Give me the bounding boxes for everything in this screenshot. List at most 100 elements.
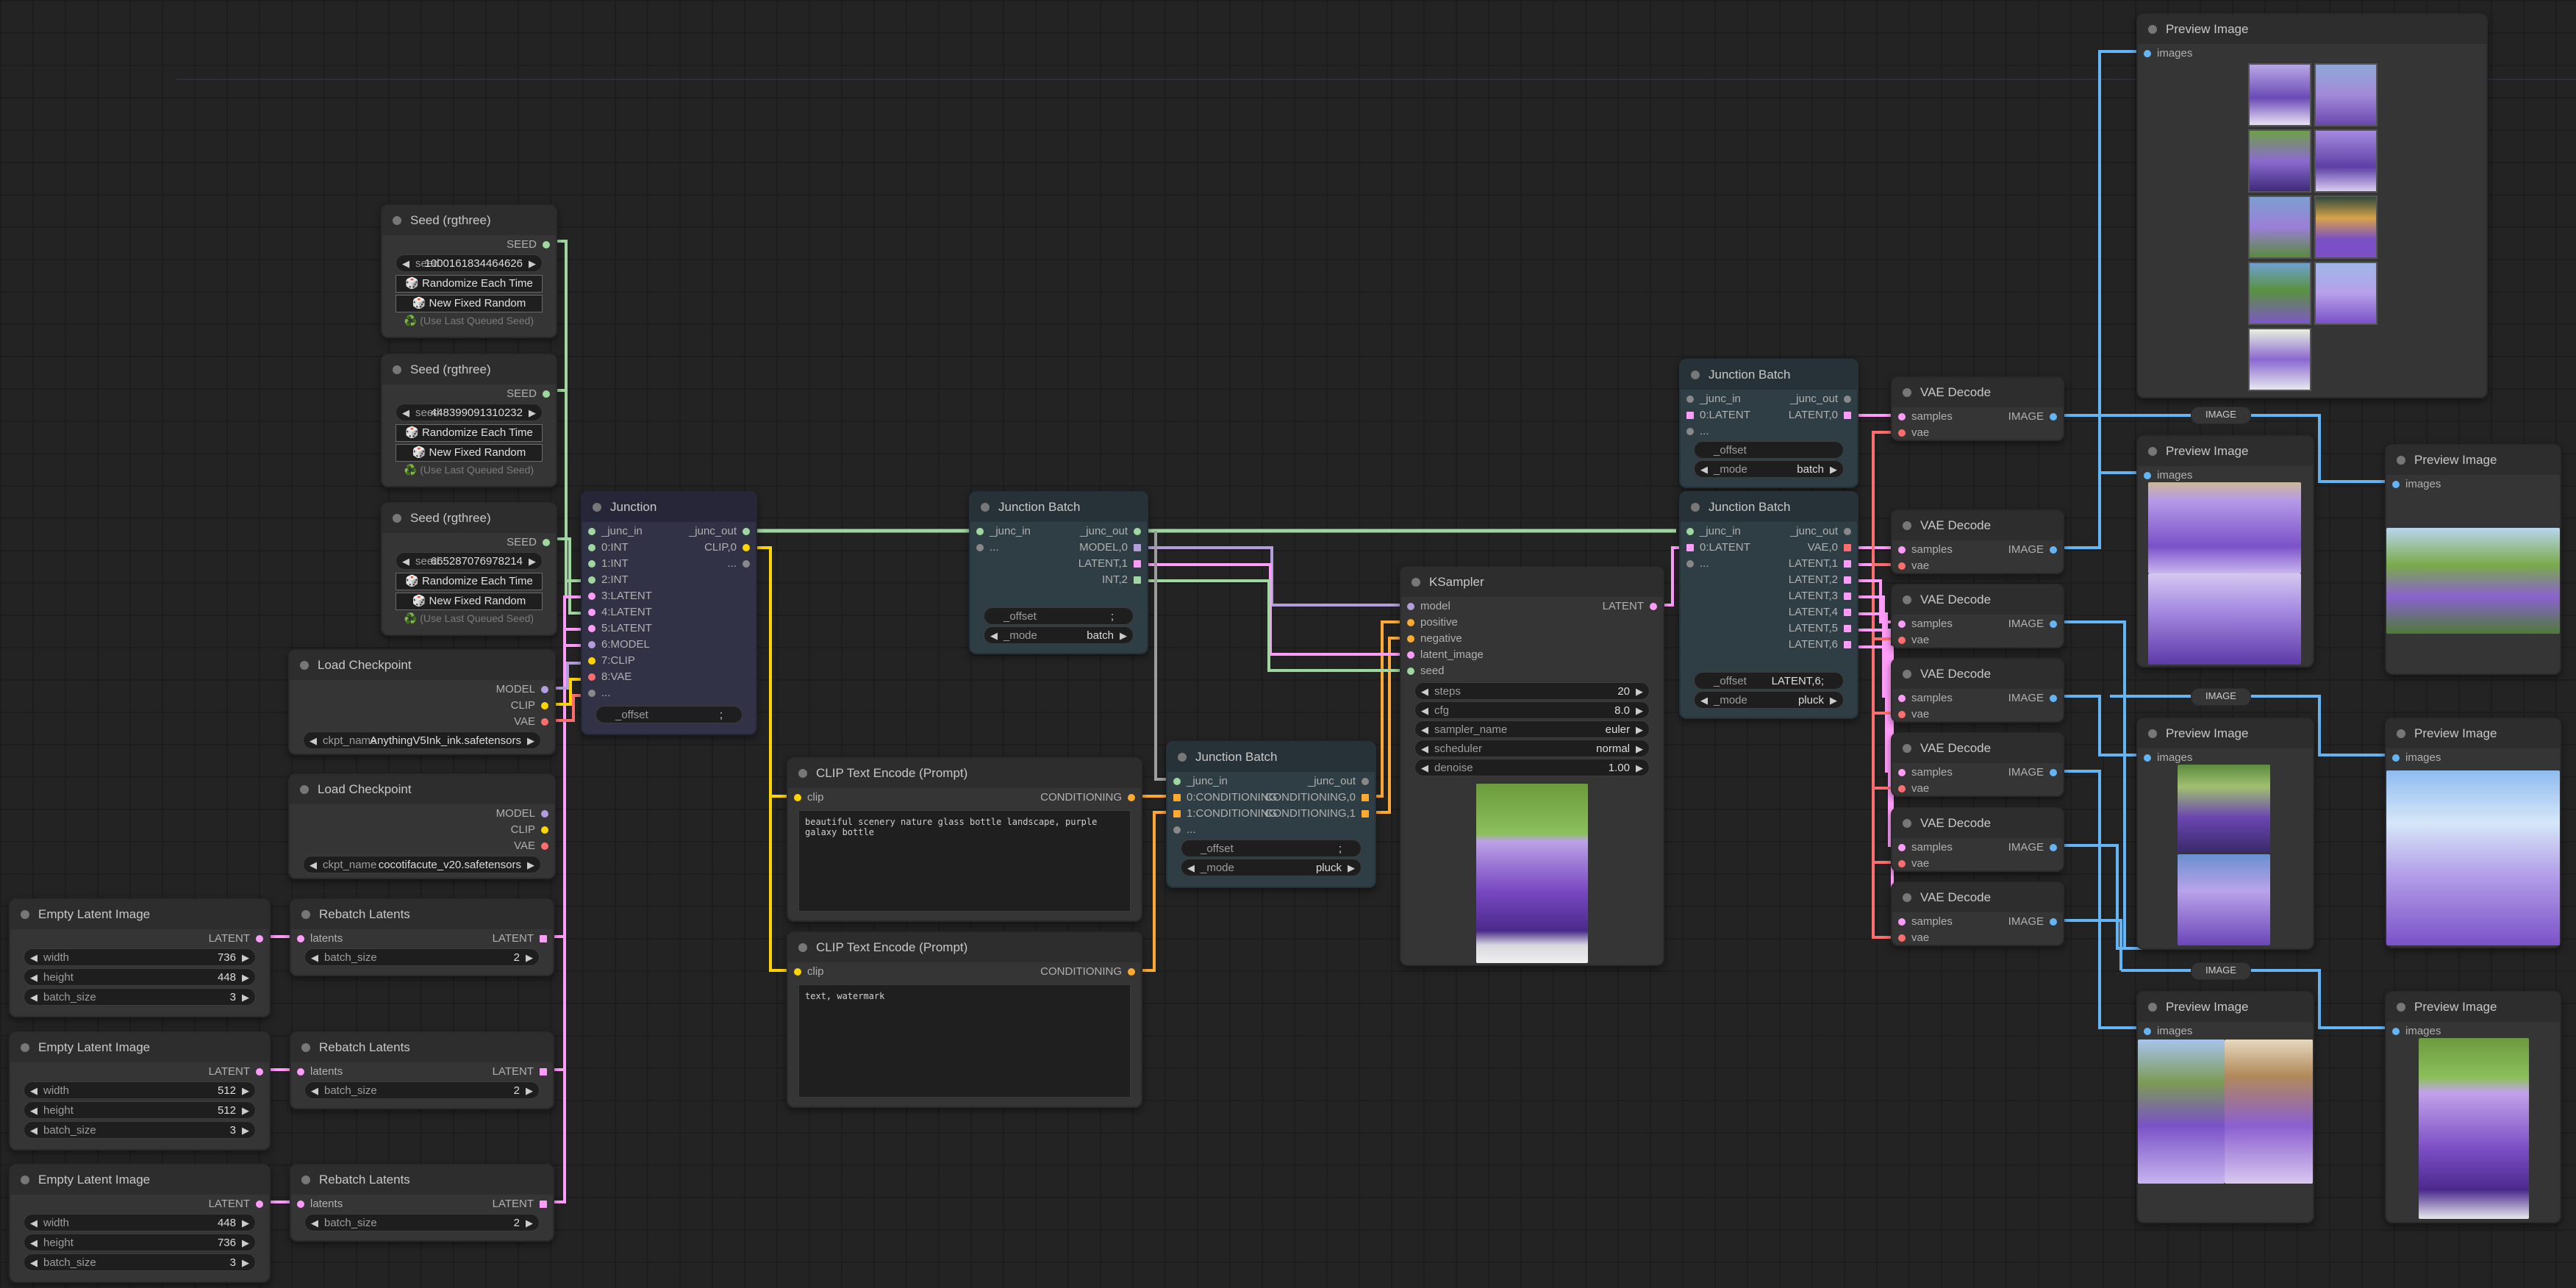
sampler-name-combo[interactable]: ◀ sampler_name euler ▶ bbox=[1414, 720, 1650, 738]
conditioning-output[interactable]: CONDITIONING,1 bbox=[1265, 806, 1370, 822]
empty-latent-2[interactable]: Empty Latent Image LATENT ◀ width 512 ▶ ◀ he… bbox=[9, 1031, 271, 1151]
junction-input[interactable]: 3:LATENT bbox=[588, 588, 652, 604]
arrow-right-icon[interactable]: ▶ bbox=[526, 1082, 533, 1098]
arrow-right-icon[interactable]: ▶ bbox=[242, 949, 249, 965]
node-collapse-dot[interactable] bbox=[2397, 1003, 2405, 1012]
junction-batch-1[interactable]: Junction Batch _junc_in _junc_out ... MO… bbox=[969, 491, 1148, 654]
seed-output[interactable]: SEED bbox=[507, 386, 550, 402]
arrow-left-icon[interactable]: ◀ bbox=[1187, 859, 1195, 876]
node-collapse-dot[interactable] bbox=[1903, 670, 1911, 679]
batch-size-widget[interactable]: ◀ batch_size 2 ▶ bbox=[304, 1081, 540, 1099]
junc-out-output[interactable]: _junc_out bbox=[1308, 773, 1370, 790]
conditioning-output[interactable]: CONDITIONING bbox=[1040, 790, 1135, 806]
node-collapse-dot[interactable] bbox=[798, 769, 807, 778]
arrow-right-icon[interactable]: ▶ bbox=[1830, 461, 1837, 477]
junction-node[interactable]: Junction _junc_in _junc_out 0:INT 1:INT … bbox=[581, 491, 757, 735]
prompt-textarea[interactable]: beautiful scenery nature glass bottle la… bbox=[798, 810, 1131, 912]
preview-image-3[interactable]: Preview Image images bbox=[2385, 444, 2561, 675]
batch-size-widget[interactable]: ◀ batch_size 3 ▶ bbox=[24, 988, 256, 1006]
junction-batch-4[interactable]: Junction Batch _junc_in _junc_out 0:LATE… bbox=[1679, 491, 1858, 719]
preview-image-2[interactable]: Preview Image images bbox=[2136, 435, 2314, 668]
arrow-left-icon[interactable]: ◀ bbox=[30, 1122, 37, 1138]
seed-input[interactable]: seed bbox=[1407, 663, 1445, 679]
samples-input[interactable]: samples bbox=[1898, 914, 1953, 930]
batch-size-widget[interactable]: ◀ batch_size 2 ▶ bbox=[304, 948, 540, 966]
image-output[interactable]: IMAGE bbox=[2008, 765, 2058, 781]
seed-node-1[interactable]: Seed (rgthree) SEED ◀ seed 100016183446462… bbox=[381, 204, 557, 338]
offset-widget[interactable]: _offset; bbox=[984, 607, 1134, 625]
conditioning-input[interactable]: 1:CONDITIONING bbox=[1173, 806, 1277, 822]
junction-output[interactable]: ... bbox=[727, 556, 750, 572]
arrow-left-icon[interactable]: ◀ bbox=[1700, 461, 1708, 477]
node-collapse-dot[interactable] bbox=[1691, 503, 1700, 512]
latent-output[interactable]: LATENT bbox=[493, 1064, 548, 1080]
model-output[interactable]: MODEL bbox=[496, 806, 549, 822]
mode-combo[interactable]: ◀ _mode batch ▶ bbox=[1694, 460, 1844, 478]
vae-decode-6[interactable]: VAE Decode samples vae IMAGE bbox=[1891, 807, 2064, 872]
junction-input[interactable]: 1:INT bbox=[588, 556, 629, 572]
arrow-left-icon[interactable]: ◀ bbox=[30, 1082, 37, 1098]
node-collapse-dot[interactable] bbox=[2148, 729, 2157, 738]
arrow-left-icon[interactable]: ◀ bbox=[311, 1082, 318, 1098]
arrow-left-icon[interactable]: ◀ bbox=[30, 969, 37, 985]
node-collapse-dot[interactable] bbox=[1903, 819, 1911, 828]
arrow-right-icon[interactable]: ▶ bbox=[526, 949, 533, 965]
rebatch-latents-1[interactable]: Rebatch Latents latents LATENT ◀ batch_si… bbox=[290, 898, 554, 976]
image-output[interactable]: IMAGE bbox=[2008, 542, 2058, 558]
samples-input[interactable]: samples bbox=[1898, 690, 1953, 706]
latent-input[interactable]: 0:LATENT bbox=[1686, 407, 1750, 423]
offset-widget[interactable]: _offset bbox=[1694, 441, 1844, 459]
latents-input[interactable]: latents bbox=[297, 1196, 343, 1212]
image-output[interactable]: IMAGE bbox=[2008, 616, 2058, 632]
arrow-left-icon[interactable]: ◀ bbox=[30, 989, 37, 1005]
samples-input[interactable]: samples bbox=[1898, 542, 1953, 558]
images-input[interactable]: images bbox=[2392, 1023, 2441, 1040]
arrow-left-icon[interactable]: ◀ bbox=[1421, 683, 1428, 699]
junction-batch-3[interactable]: Junction Batch _junc_in _junc_out 0:LATE… bbox=[1679, 359, 1858, 488]
rebatch-latents-2[interactable]: Rebatch Latents latents LATENT ◀ batch_si… bbox=[290, 1031, 554, 1109]
image-output[interactable]: IMAGE bbox=[2008, 690, 2058, 706]
junction-batch-2[interactable]: Junction Batch _junc_in _junc_out 0:COND… bbox=[1166, 741, 1376, 888]
junction-input[interactable]: 2:INT bbox=[588, 572, 629, 588]
node-collapse-dot[interactable] bbox=[301, 1043, 310, 1052]
vae-decode-3[interactable]: VAE Decode samples vae IMAGE bbox=[1891, 584, 2064, 648]
arrow-left-icon[interactable]: ◀ bbox=[990, 627, 998, 643]
junc-in-input[interactable]: _junc_in bbox=[1686, 523, 1741, 540]
node-collapse-dot[interactable] bbox=[1903, 893, 1911, 902]
conditioning-output[interactable]: CONDITIONING bbox=[1040, 964, 1135, 980]
arrow-left-icon[interactable]: ◀ bbox=[30, 949, 37, 965]
junc-in-input[interactable]: _junc_in bbox=[1686, 391, 1741, 407]
seed-widget[interactable]: ◀ seed 665287076978214 ▶ bbox=[396, 552, 543, 570]
junction-input[interactable]: 4:LATENT bbox=[588, 604, 652, 620]
mode-combo[interactable]: ◀ _mode pluck ▶ bbox=[1181, 859, 1362, 876]
batch-output[interactable]: LATENT,4 bbox=[1789, 604, 1852, 620]
arrow-left-icon[interactable]: ◀ bbox=[310, 856, 317, 873]
clip-input[interactable]: clip bbox=[794, 964, 824, 980]
randomize-button[interactable]: 🎲 Randomize Each Time bbox=[396, 275, 543, 293]
clip-text-encode-negative[interactable]: CLIP Text Encode (Prompt) clip CONDITION… bbox=[787, 931, 1142, 1108]
node-collapse-dot[interactable] bbox=[21, 1176, 29, 1184]
node-collapse-dot[interactable] bbox=[300, 785, 309, 794]
batch-size-widget[interactable]: ◀ batch_size 3 ▶ bbox=[24, 1121, 256, 1139]
preview-thumbnail[interactable] bbox=[2314, 262, 2378, 325]
preview-thumbnail[interactable] bbox=[2248, 196, 2311, 259]
mode-combo[interactable]: ◀ _mode pluck ▶ bbox=[1694, 691, 1844, 709]
junction-input[interactable]: 6:MODEL bbox=[588, 637, 650, 653]
latent-output[interactable]: LATENT bbox=[493, 931, 548, 947]
arrow-left-icon[interactable]: ◀ bbox=[311, 949, 318, 965]
node-collapse-dot[interactable] bbox=[301, 910, 310, 919]
junc-out-output[interactable]: _junc_out bbox=[689, 523, 751, 540]
preview-image-6[interactable]: Preview Image images bbox=[2136, 991, 2314, 1223]
arrow-right-icon[interactable]: ▶ bbox=[526, 1214, 533, 1231]
junc-out-output[interactable]: _junc_out bbox=[1080, 523, 1142, 540]
junction-input[interactable]: 5:LATENT bbox=[588, 620, 652, 637]
arrow-right-icon[interactable]: ▶ bbox=[527, 732, 534, 748]
vae-input[interactable]: vae bbox=[1898, 425, 1929, 441]
arrow-right-icon[interactable]: ▶ bbox=[1636, 740, 1643, 756]
preview-image-5[interactable]: Preview Image images bbox=[2385, 718, 2561, 948]
arrow-right-icon[interactable]: ▶ bbox=[242, 1102, 249, 1118]
image-output[interactable]: IMAGE bbox=[2008, 914, 2058, 930]
latents-input[interactable]: latents bbox=[297, 1064, 343, 1080]
scheduler-combo[interactable]: ◀ scheduler normal ▶ bbox=[1414, 740, 1650, 757]
height-widget[interactable]: ◀ height 512 ▶ bbox=[24, 1101, 256, 1119]
